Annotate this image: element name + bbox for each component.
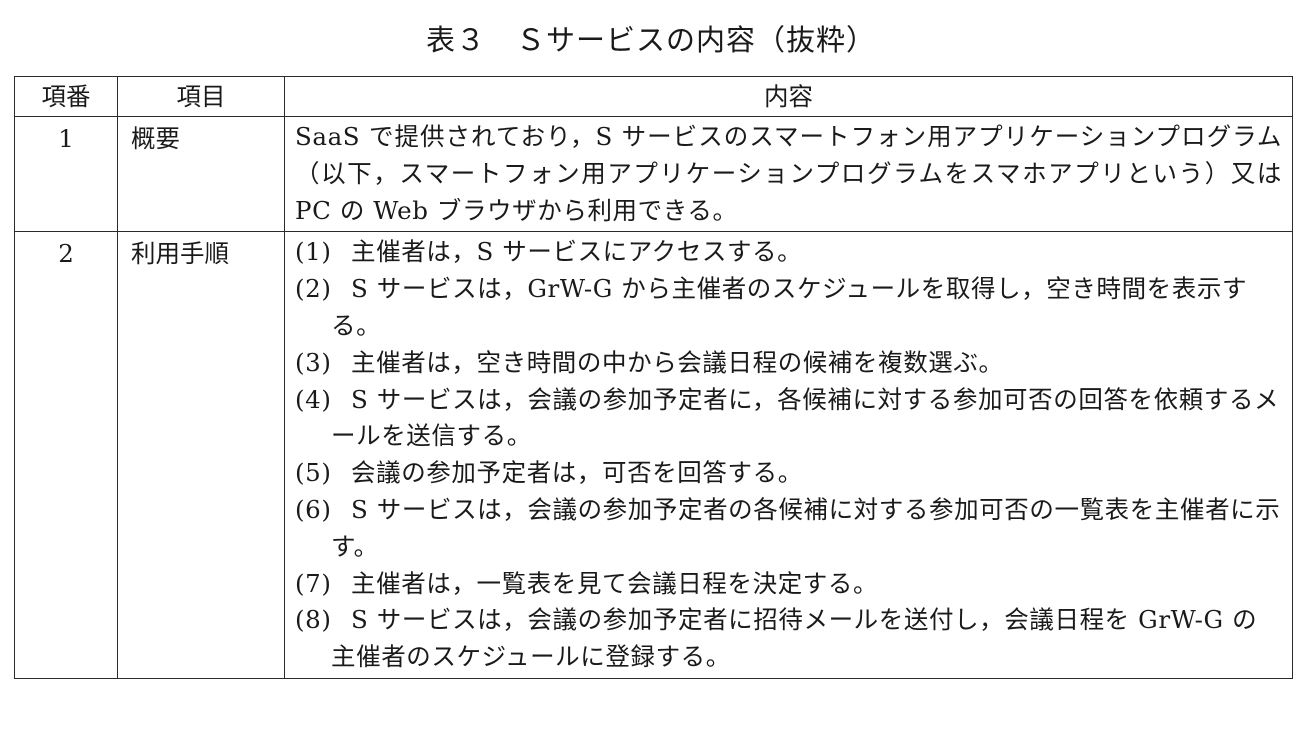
- procedure-step: (2) S サービスは，GrW-G から主催者のスケジュールを取得し，空き時間を表…: [295, 271, 1282, 345]
- step-text: 会議の参加予定者は，可否を回答する。: [351, 458, 803, 488]
- procedure-steps: (1) 主催者は，S サービスにアクセスする。 (2) S サービスは，GrW-G …: [295, 234, 1282, 676]
- step-text: S サービスは，会議の参加予定者に招待メールを送付し，会議日程を GrW-G の…: [331, 605, 1258, 672]
- procedure-step: (5) 会議の参加予定者は，可否を回答する。: [295, 455, 1282, 492]
- row-content: SaaS で提供されており，S サービスのスマートフォン用アプリケーションプログ…: [284, 115, 1293, 233]
- table-row: 1 概要 SaaS で提供されており，S サービスのスマートフォン用アプリケーシ…: [14, 115, 1293, 233]
- procedure-step: (8) S サービスは，会議の参加予定者に招待メールを送付し，会議日程を GrW-…: [295, 602, 1282, 676]
- overview-text: SaaS で提供されており，S サービスのスマートフォン用アプリケーションプログ…: [295, 122, 1282, 225]
- row-number: 1: [14, 115, 118, 233]
- step-number: (8): [295, 605, 332, 635]
- row-number: 2: [14, 231, 118, 679]
- step-text: S サービスは，GrW-G から主催者のスケジュールを取得し，空き時間を表示する…: [331, 274, 1248, 340]
- step-text: S サービスは，会議の参加予定者に，各候補に対する参加可否の回答を依頼するメール…: [331, 384, 1280, 451]
- procedure-step: (7) 主催者は，一覧表を見て会議日程を決定する。: [295, 566, 1282, 603]
- table-header-row: 項番 項目 内容: [14, 76, 1293, 117]
- row-item: 概要: [117, 115, 285, 233]
- procedure-step: (1) 主催者は，S サービスにアクセスする。: [295, 234, 1282, 271]
- step-number: (4): [295, 384, 332, 414]
- procedure-step: (4) S サービスは，会議の参加予定者に，各候補に対する参加可否の回答を依頼する…: [295, 382, 1282, 456]
- service-content-table: 項番 項目 内容 1 概要 SaaS で提供されており，S サービスのスマートフ…: [14, 76, 1293, 679]
- step-number: (2): [295, 274, 332, 304]
- header-content: 内容: [284, 76, 1293, 117]
- procedure-step: (6) S サービスは，会議の参加予定者の各候補に対する参加可否の一覧表を主催者に…: [295, 492, 1282, 566]
- table-caption: 表３ Ｓサービスの内容（抜粋）: [425, 23, 876, 57]
- step-number: (6): [295, 494, 332, 524]
- step-text: 主催者は，空き時間の中から会議日程の候補を複数選ぶ。: [351, 347, 1004, 377]
- step-number: (5): [295, 458, 332, 488]
- step-number: (1): [295, 237, 332, 267]
- header-no: 項番: [14, 76, 118, 117]
- step-text: 主催者は，一覧表を見て会議日程を決定する。: [351, 568, 879, 598]
- step-number: (7): [295, 568, 332, 598]
- header-item: 項目: [117, 76, 285, 117]
- step-text: S サービスは，会議の参加予定者の各候補に対する参加可否の一覧表を主催者に示す。: [331, 494, 1281, 561]
- step-number: (3): [295, 347, 332, 377]
- procedure-step: (3) 主催者は，空き時間の中から会議日程の候補を複数選ぶ。: [295, 345, 1282, 382]
- row-content: (1) 主催者は，S サービスにアクセスする。 (2) S サービスは，GrW-G …: [284, 231, 1293, 679]
- row-item: 利用手順: [117, 231, 285, 679]
- table-row: 2 利用手順 (1) 主催者は，S サービスにアクセスする。 (2) S サービスは…: [14, 231, 1293, 679]
- step-text: 主催者は，S サービスにアクセスする。: [351, 237, 803, 267]
